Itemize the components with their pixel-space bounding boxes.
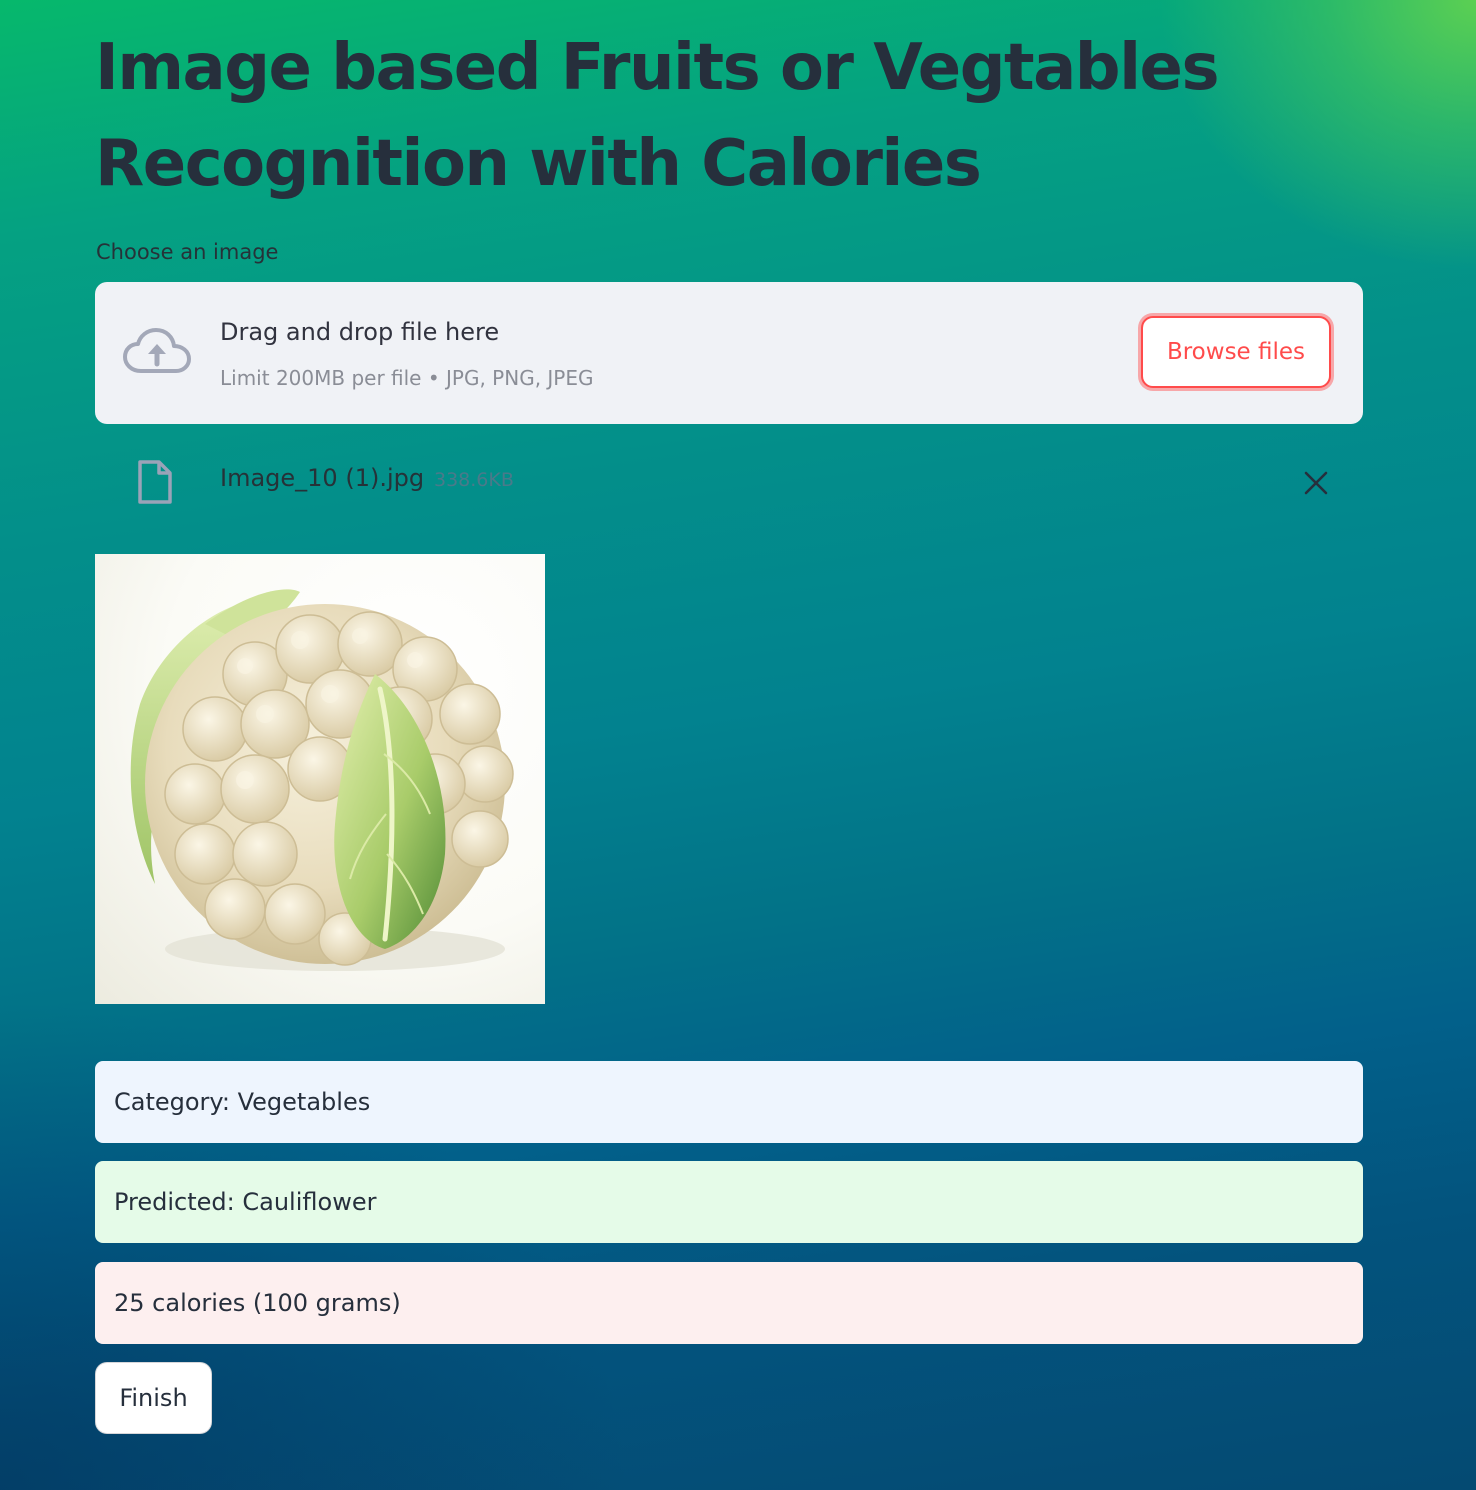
file-dropzone[interactable]: Drag and drop file here Limit 200MB per … bbox=[95, 282, 1363, 424]
prediction-alert: Predicted: Cauliflower bbox=[95, 1161, 1363, 1243]
category-alert: Category: Vegetables bbox=[95, 1061, 1363, 1143]
calories-alert: 25 calories (100 grams) bbox=[95, 1262, 1363, 1344]
uploaded-file-item: Image_10 (1).jpg 338.6KB bbox=[95, 446, 1363, 516]
browse-files-button[interactable]: Browse files bbox=[1141, 316, 1331, 388]
cauliflower-image bbox=[130, 589, 514, 971]
finish-button[interactable]: Finish bbox=[95, 1362, 212, 1434]
uploader-label: Choose an image bbox=[96, 240, 279, 264]
uploaded-file-name: Image_10 (1).jpg bbox=[220, 464, 425, 492]
uploaded-image-preview bbox=[95, 554, 545, 1004]
dropzone-limit-text: Limit 200MB per file • JPG, PNG, JPEG bbox=[220, 366, 594, 390]
close-icon[interactable] bbox=[1301, 468, 1331, 498]
page-title: Image based Fruits or Vegtables Recognit… bbox=[95, 31, 1220, 201]
uploaded-file-size: 338.6KB bbox=[434, 469, 514, 491]
file-icon bbox=[138, 460, 172, 504]
cloud-upload-icon bbox=[123, 328, 191, 373]
dropzone-title: Drag and drop file here bbox=[220, 318, 500, 346]
